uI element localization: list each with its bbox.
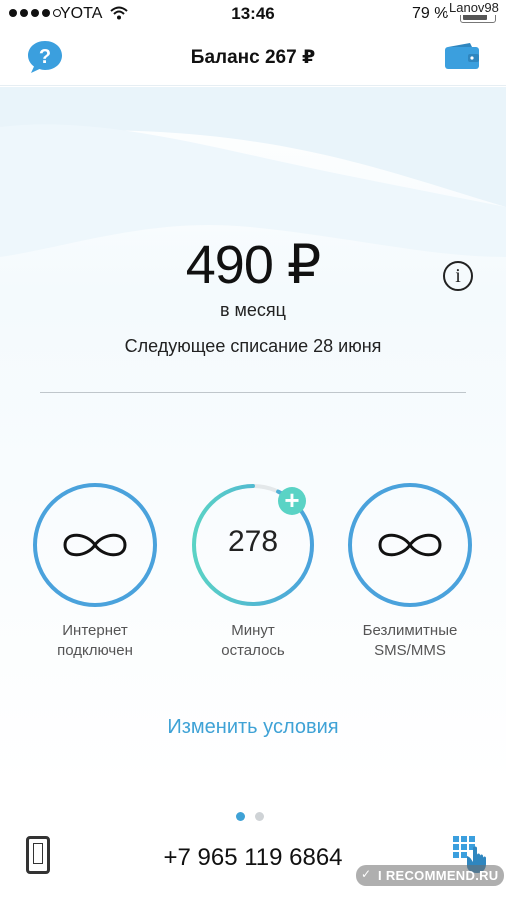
recommend-logo: I RECOMMEND.RU <box>356 865 505 886</box>
bottom-bar: +7 965 119 6864 <box>0 826 506 900</box>
next-charge-text: Следующее списание 28 июня <box>124 336 382 356</box>
infinity-icon <box>378 533 442 557</box>
internet-label: Интернет подключен <box>33 621 157 661</box>
change-conditions-link[interactable]: Изменить условия <box>0 716 506 739</box>
internet-ring <box>33 483 157 607</box>
app-header: ? Баланс 267 ₽ <box>0 28 506 86</box>
wallet-icon[interactable] <box>444 42 480 70</box>
internet-stat[interactable]: Интернет подключен <box>33 483 157 661</box>
internet-label-line1: Интернет <box>62 622 128 639</box>
sms-ring <box>348 483 472 607</box>
price-period: в месяц <box>219 300 286 320</box>
minutes-remaining: 278 <box>227 525 279 558</box>
status-bar: YOTA 13:46 79 % Lanov98 <box>0 0 506 28</box>
sms-label-line2: SMS/MMS <box>374 642 446 659</box>
page-dot-2[interactable] <box>255 812 264 821</box>
sms-label-line1: Безлимитные <box>362 622 458 639</box>
add-minutes-button[interactable]: + <box>278 487 306 515</box>
wave-background <box>0 87 506 257</box>
balance-title: Баланс 267 ₽ <box>190 47 316 68</box>
monthly-price: 490 ₽ <box>185 235 321 295</box>
user-watermark: Lanov98 <box>447 0 501 15</box>
infinity-icon <box>63 533 127 557</box>
battery-percent: 79 % <box>412 5 449 22</box>
divider <box>40 392 466 393</box>
minutes-label: Минут осталось <box>191 621 315 661</box>
page-indicator[interactable] <box>236 812 264 821</box>
internet-label-line2: подключен <box>57 642 133 659</box>
sms-stat[interactable]: Безлимитные SMS/MMS <box>348 483 472 661</box>
page-dot-1[interactable] <box>236 812 245 821</box>
minutes-label-line2: осталось <box>221 642 285 659</box>
minutes-label-line1: Минут <box>231 622 275 639</box>
info-icon[interactable]: i <box>443 261 473 291</box>
sms-label: Безлимитные SMS/MMS <box>328 621 492 661</box>
